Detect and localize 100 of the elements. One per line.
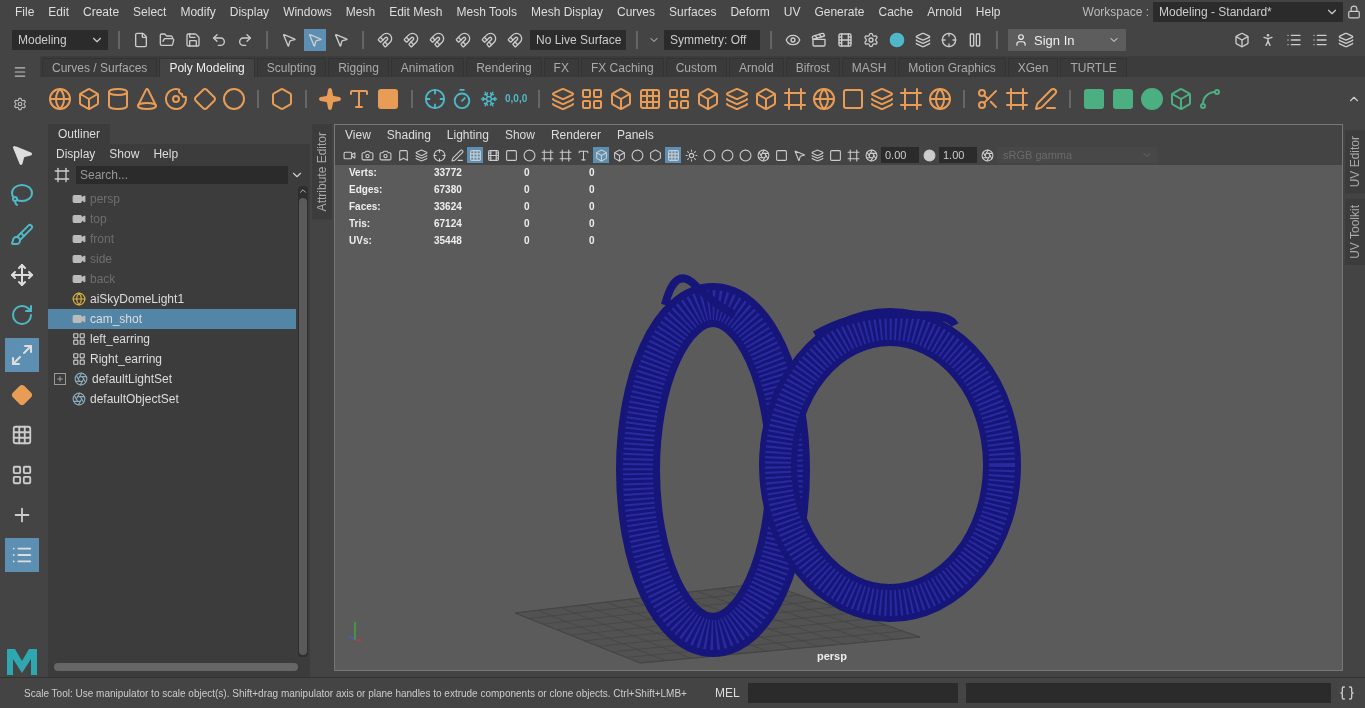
shelf-tab[interactable]: Arnold (728, 58, 784, 77)
attribute-editor-tab[interactable]: Attribute Editor (312, 124, 332, 220)
safe-action-icon[interactable] (557, 147, 573, 163)
shelf-tab[interactable]: XGen (1007, 58, 1059, 77)
field-chart-icon[interactable] (539, 147, 555, 163)
live-surface-field[interactable]: No Live Surface (530, 30, 626, 50)
menu-item[interactable]: Mesh (338, 5, 383, 19)
gamma-field[interactable]: 1.00 (939, 147, 977, 163)
shelf-tab[interactable]: Bifrost (785, 58, 840, 77)
shelf-tab[interactable]: MASH (841, 58, 897, 77)
depth-icon[interactable] (773, 147, 789, 163)
menu-item[interactable]: View (345, 128, 371, 142)
side-tab[interactable]: UV Toolkit (1345, 199, 1365, 266)
expand-icon[interactable] (54, 373, 66, 385)
shelf-tab[interactable]: FX (543, 58, 579, 77)
menu-item[interactable]: File (8, 5, 42, 19)
stat-value: 0 (589, 167, 596, 178)
default-material-icon[interactable] (629, 147, 645, 163)
gamma-icon[interactable] (921, 147, 937, 163)
settings-icon[interactable] (13, 97, 27, 111)
menu-item[interactable]: Deform (723, 5, 777, 19)
exposure-icon[interactable] (863, 147, 879, 163)
command-field[interactable] (747, 683, 958, 703)
shelf-tab[interactable]: Sculpting (256, 58, 327, 77)
symmetry-field[interactable]: Symmetry: Off (664, 30, 760, 50)
menu-item[interactable]: Windows (276, 5, 339, 19)
camera-icon (72, 192, 86, 206)
menu-item[interactable]: Cache (871, 5, 921, 19)
filter-icon[interactable] (54, 167, 70, 183)
exposure-field[interactable]: 0.00 (881, 147, 919, 163)
menu-item[interactable]: Show (504, 128, 535, 142)
shelf-tab[interactable]: Rendering (466, 58, 542, 77)
anti-alias-icon[interactable] (755, 147, 771, 163)
resolution-gate-icon[interactable] (503, 147, 519, 163)
mode-dropdown[interactable]: Modeling (12, 30, 108, 50)
xray-joints-icon[interactable] (809, 147, 825, 163)
outliner-item[interactable]: left_earring (48, 329, 296, 349)
scrollbar[interactable] (298, 186, 308, 657)
menu-item[interactable]: UV (776, 5, 808, 19)
item-label: defaultObjectSet (90, 392, 179, 406)
search-field[interactable]: Search... (76, 166, 288, 184)
delete-history-icon[interactable] (451, 87, 473, 110)
outliner-item[interactable]: defaultObjectSet (48, 389, 296, 409)
center-pivot-icon[interactable] (424, 87, 446, 110)
menu-item[interactable]: Show (109, 147, 140, 161)
scale-icon[interactable] (5, 338, 39, 372)
menu-item[interactable]: Display (56, 147, 96, 161)
stat-label: UVs: (349, 235, 373, 246)
shelf-tab[interactable]: Rigging (328, 58, 389, 77)
image-plane-icon[interactable] (413, 147, 429, 163)
smooth-shade-icon[interactable] (611, 147, 627, 163)
menu-item[interactable]: Modify (173, 5, 223, 19)
shelf-tab[interactable]: Motion Graphics (898, 58, 1006, 77)
light-icon[interactable] (683, 147, 699, 163)
menu-item[interactable]: Help (153, 147, 179, 161)
shelf-tab[interactable]: TURTLE (1060, 58, 1127, 77)
menu-item[interactable]: Mesh Display (524, 5, 611, 19)
menu-item[interactable]: Lighting (446, 128, 489, 142)
shelf-tab[interactable]: FX Caching (580, 58, 664, 77)
menu-item[interactable]: Panels (616, 128, 654, 142)
xray-icon[interactable] (647, 147, 663, 163)
menu-item[interactable]: Mesh Tools (449, 5, 524, 19)
shelf-tab[interactable]: Poly Modeling (159, 58, 255, 77)
scroll-up-icon[interactable] (298, 186, 308, 196)
menu-item[interactable]: Create (76, 5, 127, 19)
color-management-icon[interactable] (979, 147, 995, 163)
menu-icon[interactable] (13, 65, 27, 79)
menu-item[interactable]: Help (968, 5, 1008, 19)
outliner-item[interactable]: aiSkyDomeLight1 (48, 289, 296, 309)
outliner-item[interactable]: defaultLightSet (48, 369, 296, 389)
menu-item[interactable]: Generate (807, 5, 872, 19)
xray-components-icon[interactable] (845, 147, 861, 163)
outliner-layout-icon[interactable] (5, 538, 39, 572)
menu-item[interactable]: Surfaces (662, 5, 724, 19)
menu-item[interactable]: Edit (41, 5, 77, 19)
workspace-dropdown[interactable]: Modeling - Standard* (1153, 2, 1343, 22)
film-gate-icon[interactable] (485, 147, 501, 163)
command-language-label[interactable]: MEL (714, 686, 740, 700)
pencil-icon[interactable] (449, 147, 465, 163)
menu-item[interactable]: Edit Mesh (382, 5, 450, 19)
menu-item[interactable]: Curves (610, 5, 663, 19)
outliner-item[interactable]: Right_earring (48, 349, 296, 369)
result-field[interactable] (965, 683, 1331, 703)
scrollbar[interactable] (54, 663, 298, 671)
sign-in-button[interactable]: Sign In (1008, 29, 1126, 51)
menu-item[interactable]: Arnold (920, 5, 969, 19)
outliner-tab[interactable]: Outliner (48, 124, 111, 144)
menu-item[interactable]: Display (222, 5, 277, 19)
menu-item[interactable]: Shading (386, 128, 431, 142)
shelf-tab[interactable]: Curves / Surfaces (42, 58, 158, 77)
xray-active-icon[interactable] (827, 147, 843, 163)
shelf-tab[interactable]: Custom (665, 58, 727, 77)
shelf-tab[interactable]: Animation (390, 58, 465, 77)
menu-item[interactable]: Renderer (550, 128, 601, 142)
item-label: defaultLightSet (92, 372, 173, 386)
script-editor-icon[interactable] (1338, 685, 1355, 701)
stat-value: 33772 (434, 167, 463, 178)
user-icon (1014, 33, 1028, 47)
side-tab[interactable]: UV Editor (1345, 130, 1365, 194)
menu-item[interactable]: Select (126, 5, 174, 19)
